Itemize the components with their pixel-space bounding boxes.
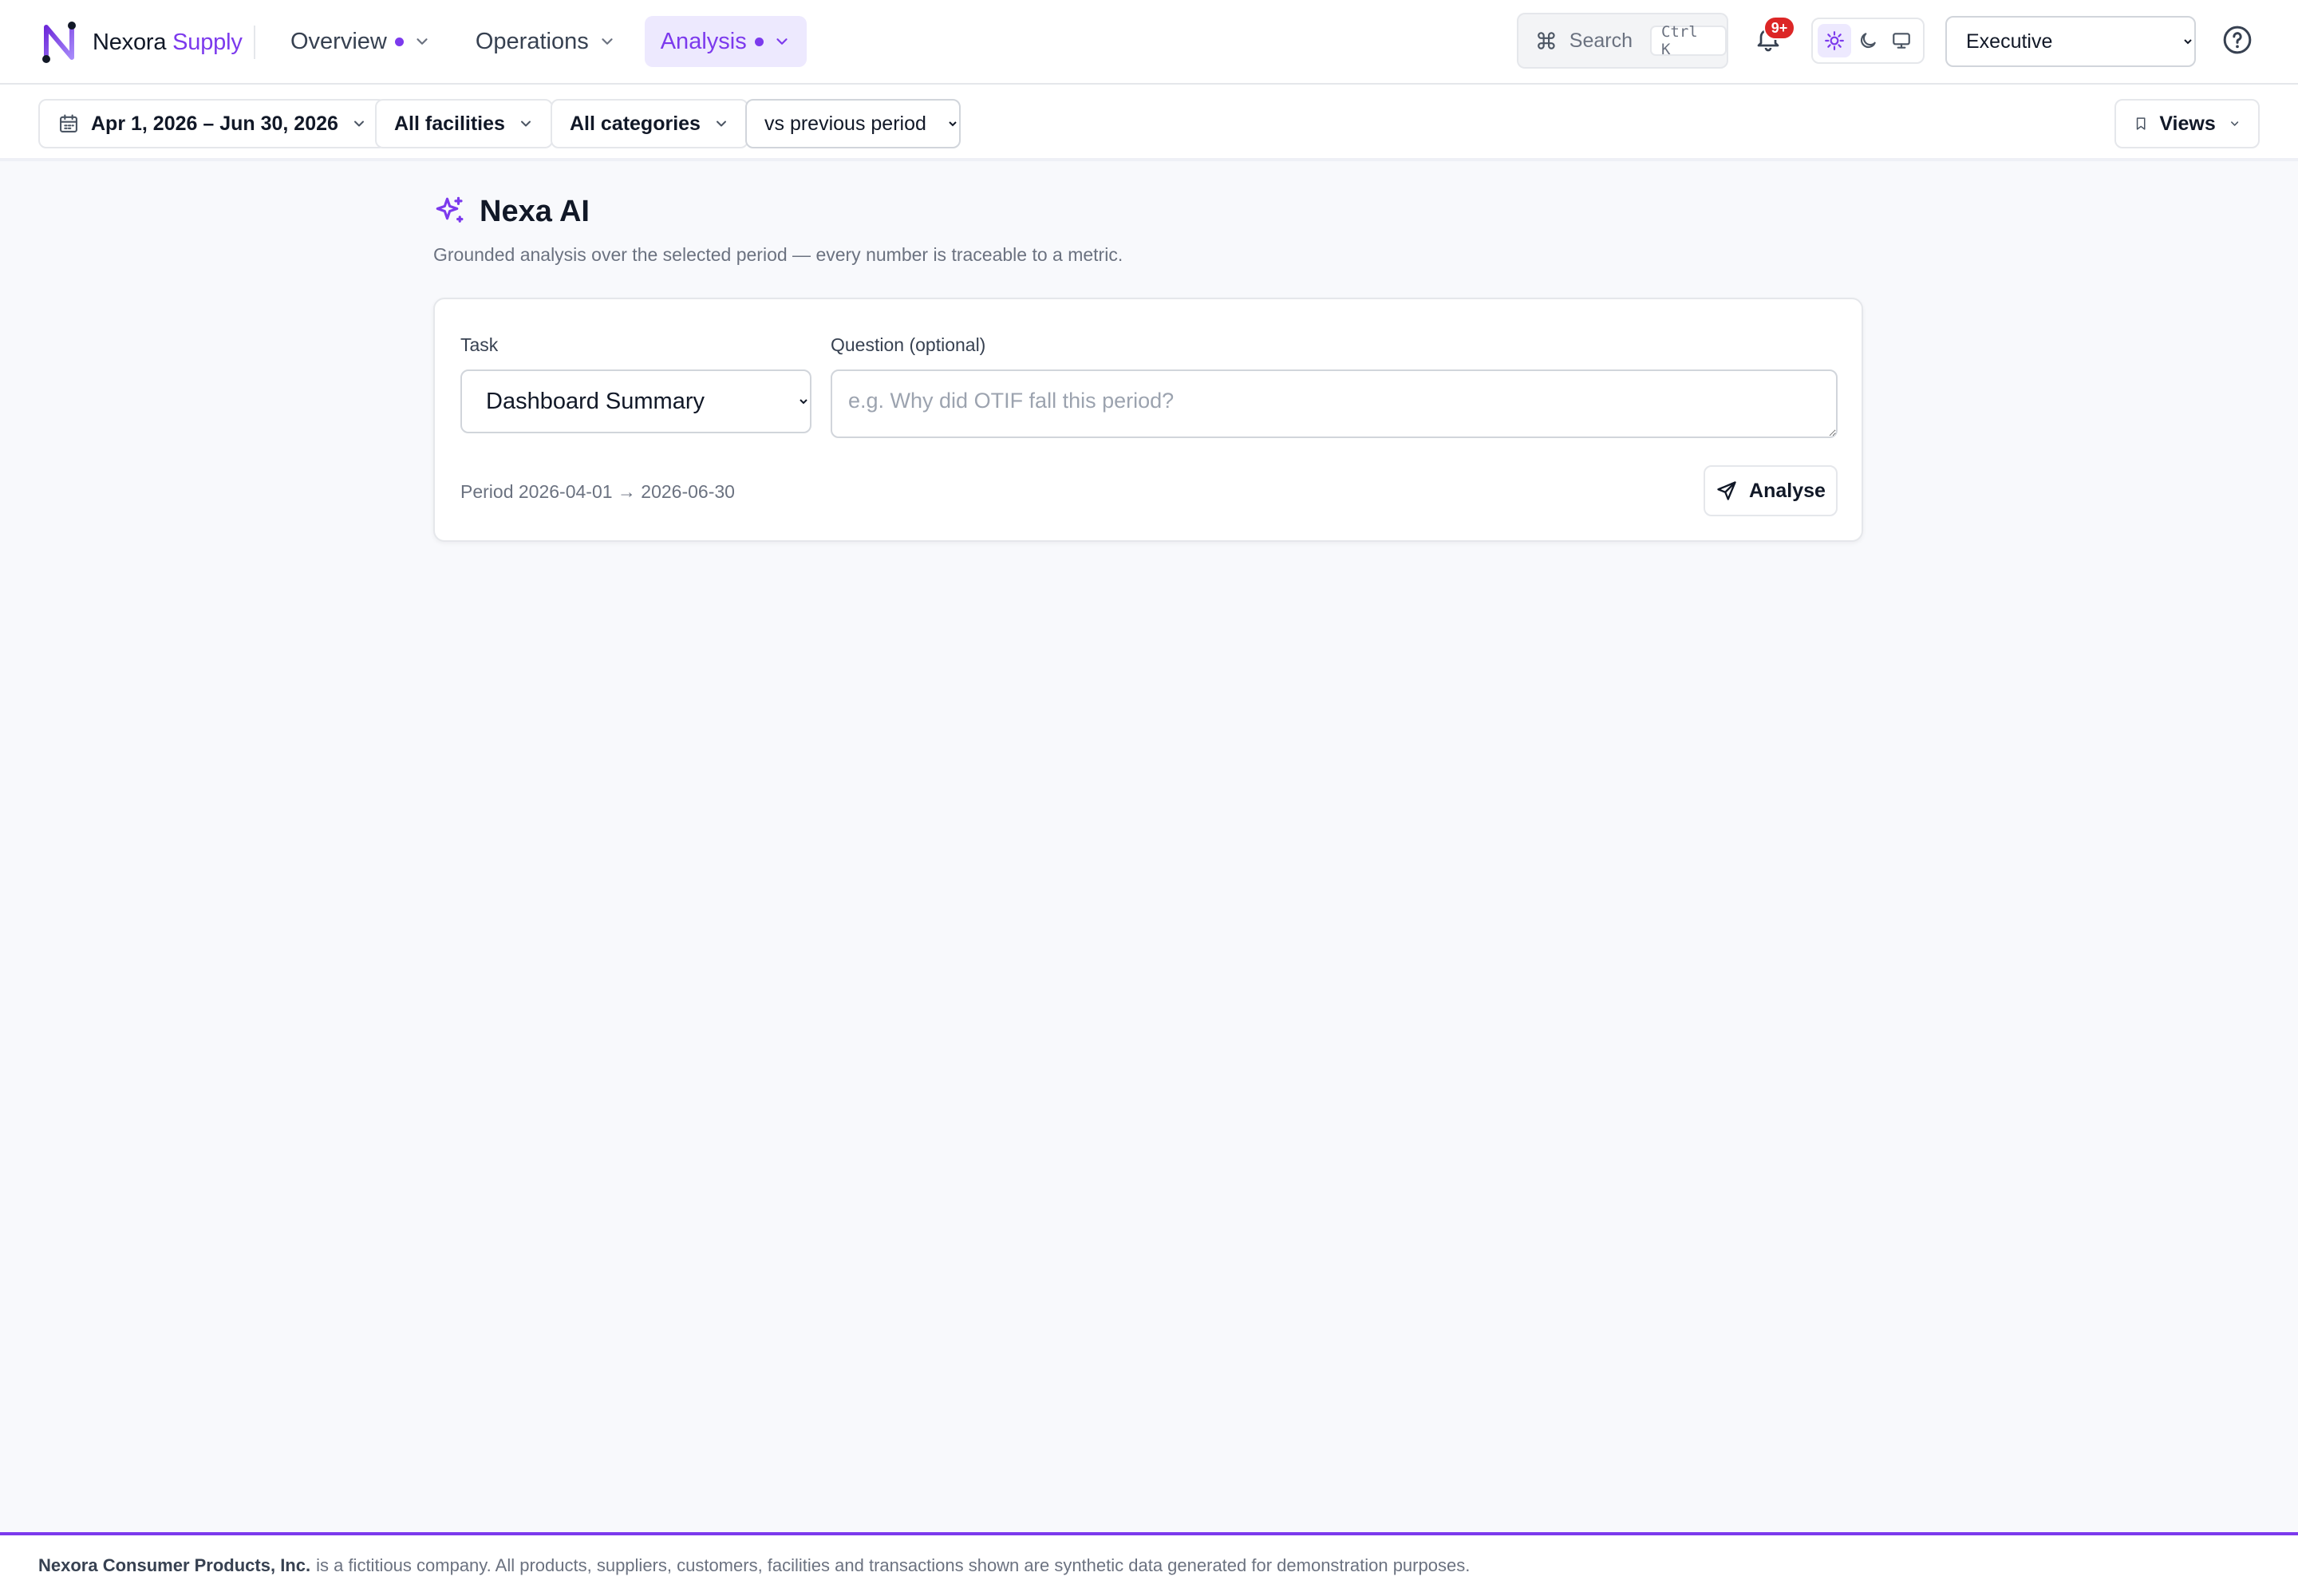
brand-name: Nexora Supply: [93, 29, 243, 55]
nav-overview-indicator: [394, 37, 404, 46]
views-button[interactable]: Views: [2114, 99, 2260, 148]
chevron-down-icon: [353, 120, 364, 127]
footer-notice: is a fictitious company. All products, s…: [316, 1555, 1471, 1575]
page-subtitle: Grounded analysis over the selected peri…: [433, 244, 1123, 265]
question-input[interactable]: [831, 369, 1838, 438]
question-label: Question (optional): [831, 334, 986, 355]
date-range-label: Apr 1, 2026 – Jun 30, 2026: [91, 112, 338, 135]
notification-count-badge: 9+: [1763, 16, 1795, 40]
search-button[interactable]: Search Ctrl K: [1517, 13, 1728, 69]
nav-analysis-label: Analysis: [660, 28, 747, 54]
top-navigation-bar: Nexora Supply Overview Operations Analys…: [0, 0, 2298, 85]
facilities-filter[interactable]: All facilities: [375, 99, 553, 148]
analyse-label: Analyse: [1749, 479, 1826, 502]
analysis-form-card: Task Dashboard Summary Question (optiona…: [433, 298, 1863, 542]
nexora-logo-icon: [42, 22, 76, 63]
command-icon: [1538, 32, 1555, 49]
help-button[interactable]: [2221, 24, 2253, 56]
main-content: Nexa AI Grounded analysis over the selec…: [433, 192, 1863, 542]
nav-operations-label: Operations: [475, 28, 589, 54]
monitor-icon: [1893, 33, 1910, 49]
bookmark-icon: [2136, 117, 2146, 130]
theme-light-button[interactable]: [1818, 24, 1851, 57]
chevron-down-icon: [2230, 121, 2238, 126]
send-icon: [1717, 481, 1736, 500]
theme-dark-button[interactable]: [1851, 24, 1885, 57]
chevron-down-icon: [417, 38, 428, 45]
task-select[interactable]: Dashboard Summary: [460, 369, 811, 433]
categories-filter-label: All categories: [570, 112, 701, 135]
main-nav: Overview Operations Analysis: [274, 16, 819, 67]
filter-bar: Apr 1, 2026 – Jun 30, 2026 All facilitie…: [0, 85, 2298, 161]
chevron-down-icon: [520, 120, 531, 127]
brand[interactable]: Nexora Supply: [41, 21, 243, 64]
date-range-picker[interactable]: Apr 1, 2026 – Jun 30, 2026: [38, 99, 386, 148]
analyse-button[interactable]: Analyse: [1704, 465, 1838, 516]
moon-icon: [1860, 33, 1876, 49]
theme-switcher: [1811, 18, 1925, 64]
views-label: Views: [2159, 112, 2216, 135]
facilities-filter-label: All facilities: [394, 112, 505, 135]
period-text: Period 2026-04-01 → 2026-06-30: [460, 481, 735, 502]
calendar-icon: [60, 114, 77, 132]
page-header: Nexa AI: [433, 192, 1863, 231]
theme-system-button[interactable]: [1885, 24, 1918, 57]
comparison-select[interactable]: vs previous period: [745, 99, 961, 148]
nav-overview-label: Overview: [290, 28, 387, 54]
nav-overview[interactable]: Overview: [274, 16, 447, 67]
role-select[interactable]: Executive: [1945, 16, 2196, 67]
search-shortcut: Ctrl K: [1649, 23, 1727, 58]
nav-analysis-indicator: [754, 37, 764, 46]
sun-icon: [1825, 31, 1844, 50]
sparkles-icon: [436, 196, 464, 223]
footer-company: Nexora Consumer Products, Inc.: [38, 1555, 311, 1575]
chevron-down-icon: [716, 120, 726, 127]
nav-operations[interactable]: Operations: [460, 16, 632, 67]
search-label: Search: [1569, 29, 1633, 52]
categories-filter[interactable]: All categories: [551, 99, 748, 148]
chevron-down-icon: [602, 38, 613, 45]
chevron-down-icon: [776, 38, 788, 45]
help-circle-icon: [2223, 26, 2252, 54]
page-title: Nexa AI: [480, 194, 590, 228]
brand-divider: [254, 26, 255, 59]
nav-analysis[interactable]: Analysis: [644, 16, 807, 67]
footer: Nexora Consumer Products, Inc. is a fict…: [0, 1532, 2298, 1596]
task-label: Task: [460, 334, 499, 355]
